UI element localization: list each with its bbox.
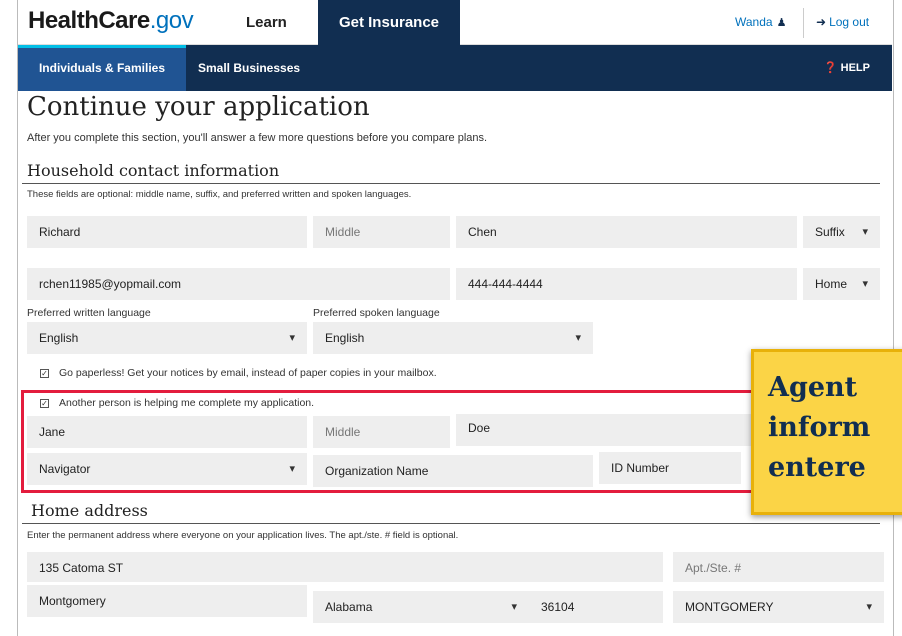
phone-field[interactable]: 444-444-4444 — [456, 268, 797, 300]
contact-divider — [22, 183, 880, 184]
email-field[interactable]: rchen11985@yopmail.com — [27, 268, 450, 300]
page-border-right — [893, 0, 894, 636]
zip-field[interactable]: 36104 — [529, 591, 663, 623]
arrow-right-icon: ➜ — [816, 15, 827, 29]
agent-info-callout: Agent inform entere — [751, 349, 902, 515]
page-intro: After you complete this section, you'll … — [27, 132, 488, 144]
user-icon: ♟ — [776, 17, 787, 29]
apt-suite-field[interactable]: Apt./Ste. # — [673, 552, 884, 582]
address-note: Enter the permanent address where everyo… — [27, 530, 459, 541]
logout-link[interactable]: ➜ Log out — [816, 15, 869, 29]
street-address-field[interactable]: 135 Catoma ST — [27, 552, 663, 582]
phone-type-select[interactable]: Home — [803, 268, 880, 300]
user-name: Wanda — [735, 15, 773, 29]
page-title: Continue your application — [27, 92, 370, 122]
state-select[interactable]: Alabama — [313, 591, 529, 623]
header-divider — [803, 8, 804, 38]
paperless-label: Go paperless! Get your notices by email,… — [59, 367, 437, 379]
spoken-language-select[interactable]: English — [313, 322, 593, 354]
suffix-select[interactable]: Suffix — [803, 216, 880, 248]
page-border-left — [17, 0, 18, 636]
paperless-checkbox[interactable]: ✓ — [40, 368, 49, 378]
paperless-checkbox-row[interactable]: ✓ Go paperless! Get your notices by email… — [40, 367, 437, 379]
last-name-field[interactable]: Chen — [456, 216, 797, 248]
healthcare-gov-logo[interactable]: HealthCare.gov — [28, 7, 194, 35]
user-menu[interactable]: Wanda ♟ — [735, 15, 786, 29]
contact-heading: Household contact information — [27, 161, 280, 180]
help-label: HELP — [840, 62, 870, 74]
question-circle-icon: ❓ — [823, 62, 838, 74]
written-language-label: Preferred written language — [27, 307, 151, 319]
tab-individuals-families[interactable]: Individuals & Families — [18, 45, 186, 91]
nav-get-insurance-link[interactable]: Get Insurance — [318, 0, 460, 45]
county-select[interactable]: MONTGOMERY — [673, 591, 884, 623]
first-name-field[interactable]: Richard — [27, 216, 307, 248]
address-heading: Home address — [31, 501, 148, 520]
logout-label: Log out — [829, 15, 870, 29]
tab-small-businesses[interactable]: Small Businesses — [198, 45, 300, 91]
contact-note: These fields are optional: middle name, … — [27, 189, 412, 200]
help-link[interactable]: ❓ HELP — [824, 45, 870, 91]
middle-name-field[interactable]: Middle — [313, 216, 450, 248]
city-field[interactable]: Montgomery — [27, 585, 307, 617]
callout-line-3: entere — [768, 452, 866, 483]
top-navigation: HealthCare.gov Learn Get Insurance Wanda… — [18, 0, 892, 45]
address-divider — [22, 523, 880, 524]
written-language-select[interactable]: English — [27, 322, 307, 354]
agent-info-highlight — [21, 390, 759, 493]
logo-tld-text: .gov — [149, 7, 194, 34]
sub-navigation: Individuals & Families Small Businesses … — [18, 45, 892, 91]
logo-main-text: HealthCare — [28, 7, 150, 34]
callout-line-2: inform — [768, 412, 871, 443]
spoken-language-label: Preferred spoken language — [313, 307, 440, 319]
callout-line-1: Agent — [768, 372, 858, 403]
nav-learn-link[interactable]: Learn — [246, 0, 287, 45]
